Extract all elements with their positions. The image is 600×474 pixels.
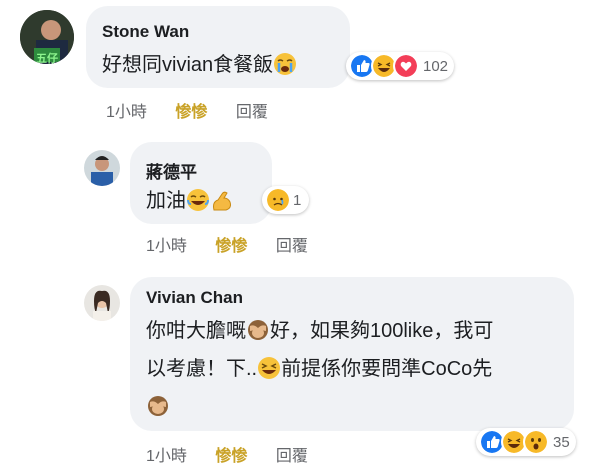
comment-text-part: 前提係你要問準CoCo先 [281, 358, 493, 380]
laugh-reaction-button[interactable]: 惨惨 [215, 448, 247, 465]
reactions-summary[interactable]: 1 [262, 186, 310, 214]
avatar-jiang-deping[interactable] [84, 150, 120, 186]
comment-text-part: 以考慮！下.. [146, 358, 258, 380]
reaction-count: 1 [293, 191, 302, 209]
reply-button[interactable]: 回覆 [276, 238, 308, 255]
see-no-evil-monkey-icon [148, 395, 168, 416]
comment-text: 加油 [146, 184, 234, 218]
comment-author[interactable]: 蔣德平 [146, 158, 197, 183]
comment-text-line-1: 你咁大膽嘅 好，如果夠100like，我可 [146, 314, 493, 348]
tears-of-joy-icon [187, 188, 209, 211]
comment-actions: 1小時 惨惨 回覆 [106, 98, 292, 122]
comment-text-line-2: 以考慮！下.. 前提係你要問準CoCo先 [146, 352, 492, 386]
reaction-count: 102 [423, 57, 449, 75]
grinning-squinting-face-icon [258, 356, 281, 379]
comment-text-line-3 [146, 390, 170, 424]
love-reaction-icon [393, 53, 419, 79]
comment-author[interactable]: Vivian Chan [146, 288, 243, 308]
laugh-reaction-button[interactable]: 惨惨 [175, 104, 207, 121]
comment-author[interactable]: Stone Wan [102, 22, 189, 42]
comment-text: 好想同vivian食餐飯 [102, 48, 297, 82]
comment-actions: 1小時 惨惨 回覆 [146, 442, 332, 466]
comment-time[interactable]: 1小時 [146, 448, 187, 465]
comment-time[interactable]: 1小時 [106, 104, 147, 121]
wow-reaction-icon [523, 429, 549, 455]
comment-text-content: 好想同vivian食餐飯 [102, 54, 274, 76]
avatar-stone-wan[interactable]: 五仔 [20, 10, 74, 64]
comment-text-part: 你咁大膽嘅 [146, 320, 246, 342]
reply-button[interactable]: 回覆 [276, 448, 308, 465]
comment-text-part: 好，如果夠100like，我可 [270, 320, 494, 342]
laugh-reaction-button[interactable]: 惨惨 [215, 238, 247, 255]
comment-actions: 1小時 惨惨 回覆 [146, 232, 332, 256]
comment-time[interactable]: 1小時 [146, 238, 187, 255]
reactions-summary[interactable]: 35 [476, 428, 576, 456]
avatar-vivian-chan[interactable] [84, 285, 120, 321]
avatar-tag: 五仔 [36, 53, 58, 64]
flexed-biceps-icon [213, 191, 231, 211]
crying-face-icon [274, 52, 297, 75]
see-no-evil-monkey-icon [248, 319, 268, 340]
comment-text-content: 加油 [146, 190, 186, 212]
reply-button[interactable]: 回覆 [236, 104, 268, 121]
sad-reaction-icon [265, 187, 291, 213]
reaction-count: 35 [553, 433, 570, 451]
reactions-summary[interactable]: 102 [346, 52, 455, 80]
